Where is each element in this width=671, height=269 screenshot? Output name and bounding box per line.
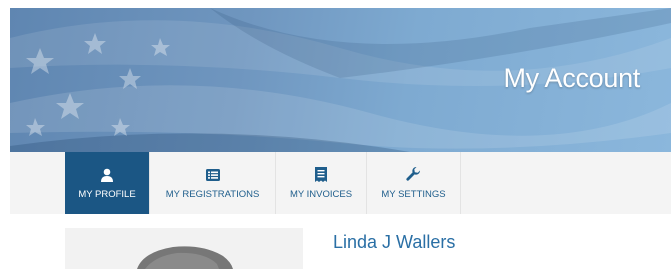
account-nav: MY PROFILE MY REGISTRATIONS MY INVOICES …: [10, 152, 671, 214]
tab-my-profile[interactable]: MY PROFILE: [65, 152, 150, 214]
tab-my-registrations[interactable]: MY REGISTRATIONS: [150, 152, 276, 214]
user-icon: [100, 167, 114, 183]
header-banner: My Account: [10, 8, 671, 152]
avatar: [137, 246, 233, 269]
tab-my-settings[interactable]: MY SETTINGS: [367, 152, 461, 214]
tab-label: MY INVOICES: [289, 188, 353, 200]
tab-label: MY SETTINGS: [381, 188, 446, 200]
tab-label: MY REGISTRATIONS: [165, 188, 260, 200]
tab-my-invoices[interactable]: MY INVOICES: [276, 152, 367, 214]
tab-label: MY PROFILE: [78, 188, 136, 200]
profile-photo: [65, 228, 303, 269]
list-icon: [205, 167, 220, 183]
invoice-icon: [315, 167, 327, 183]
user-name: Linda J Wallers: [333, 232, 456, 252]
page-title: My Account: [503, 63, 640, 93]
wrench-icon: [406, 167, 421, 183]
